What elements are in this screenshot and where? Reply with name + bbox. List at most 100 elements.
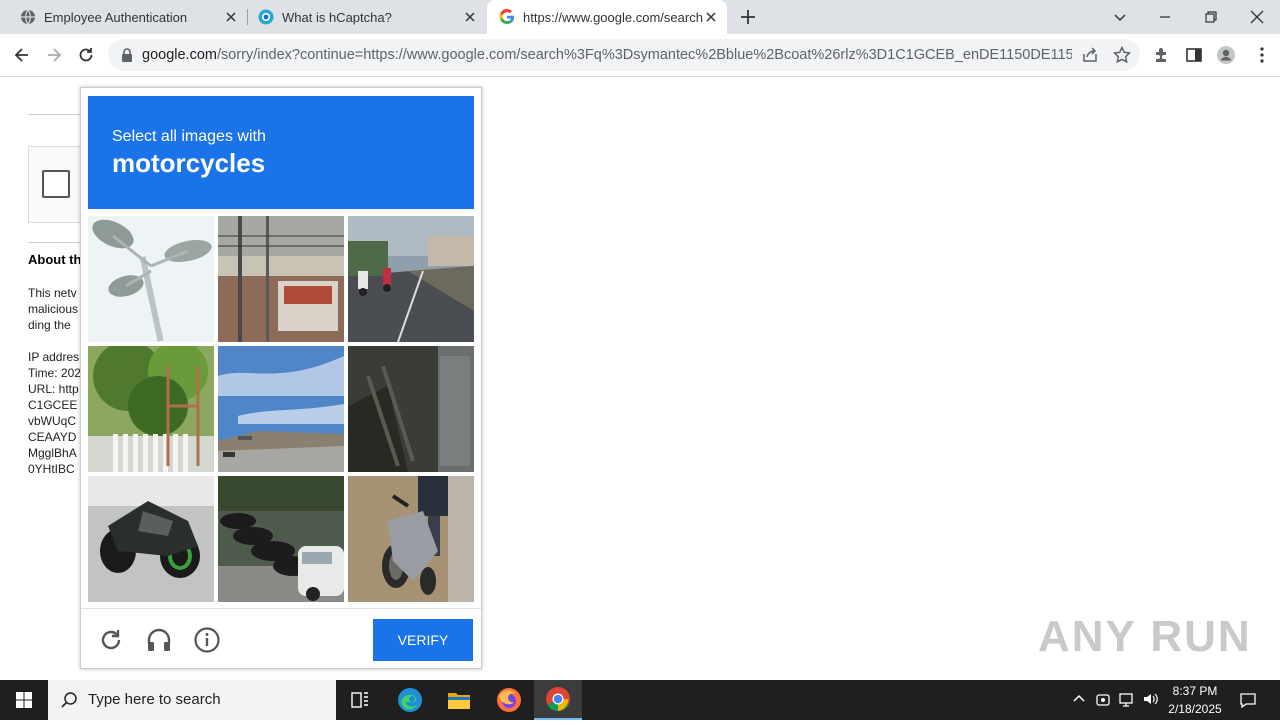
captcha-tile-street-motorbikes[interactable] xyxy=(348,216,474,342)
show-hidden-icons-chevron-icon[interactable] xyxy=(1070,690,1088,708)
network-icon[interactable] xyxy=(1118,690,1136,708)
tab-employee-authentication[interactable]: Employee Authentication xyxy=(0,0,247,34)
forward-icon[interactable] xyxy=(44,45,64,65)
captcha-tile-building-wall[interactable] xyxy=(218,216,344,342)
lock-icon[interactable] xyxy=(120,47,134,63)
info-line: CEAAYD xyxy=(28,430,77,444)
close-tab-icon[interactable] xyxy=(223,9,239,25)
captcha-challenge-dialog: Select all images with motorcycles VERIF… xyxy=(80,87,482,669)
task-view-icon xyxy=(351,692,368,708)
about-text-line: malicious xyxy=(28,302,79,316)
task-view-button[interactable] xyxy=(336,680,384,720)
info-line: Time: 202 xyxy=(28,366,81,380)
tab-strip: Employee Authentication What is hCaptcha… xyxy=(0,0,1280,34)
info-icon[interactable] xyxy=(193,626,221,654)
captcha-tile-scooter-rider[interactable] xyxy=(348,476,474,602)
recaptcha-checkbox[interactable] xyxy=(42,170,70,198)
tab-title: What is hCaptcha? xyxy=(282,9,392,25)
windows-logo-icon xyxy=(16,692,32,708)
tab-search-chevron-icon[interactable] xyxy=(1110,7,1130,27)
about-title: About th xyxy=(28,252,82,267)
hcaptcha-icon xyxy=(258,9,274,25)
search-icon xyxy=(61,692,77,708)
refresh-icon[interactable] xyxy=(97,626,125,654)
info-line: MgglBhA xyxy=(28,446,77,460)
tab-title: Employee Authentication xyxy=(44,9,188,25)
edge-taskbar-app[interactable] xyxy=(386,680,434,720)
taskbar-search-box[interactable]: Type here to search xyxy=(48,680,336,720)
notifications-icon[interactable] xyxy=(1238,690,1258,710)
tree-fence-image xyxy=(88,346,214,472)
restore-icon[interactable] xyxy=(1201,7,1221,27)
minimize-icon[interactable] xyxy=(1155,7,1175,27)
meet-now-icon[interactable] xyxy=(1094,690,1112,708)
browser-toolbar: google.com/sorry/index?continue=https://… xyxy=(0,34,1280,77)
divider xyxy=(28,242,88,243)
firefox-icon xyxy=(497,688,521,712)
firefox-taskbar-app[interactable] xyxy=(485,680,533,720)
edge-icon xyxy=(398,688,422,712)
captcha-tile-parked-motorcycles[interactable] xyxy=(218,476,344,602)
profile-avatar-icon[interactable] xyxy=(1216,45,1236,65)
captcha-tile-sky-road[interactable] xyxy=(218,346,344,472)
url-path: /sorry/index?continue=https://www.google… xyxy=(216,47,1072,63)
about-text-line: This netv xyxy=(28,286,77,300)
captcha-prompt-target: motorcycles xyxy=(112,148,266,178)
windows-taskbar: Type here to search 8:37 PM 2/18/2025 xyxy=(0,680,1280,720)
clock-date: 2/18/2025 xyxy=(1168,702,1222,716)
building-wall-image xyxy=(218,216,344,342)
close-tab-icon[interactable] xyxy=(703,9,719,25)
start-button[interactable] xyxy=(0,680,48,720)
about-text-line: ding the xyxy=(28,318,75,332)
google-icon xyxy=(499,9,514,24)
chrome-icon xyxy=(546,687,570,711)
captcha-prompt-header: Select all images with motorcycles xyxy=(88,96,474,209)
captcha-tile-tree-fence[interactable] xyxy=(88,346,214,472)
verify-button[interactable]: VERIFY xyxy=(373,619,473,661)
reload-icon[interactable] xyxy=(76,45,96,65)
search-placeholder: Type here to search xyxy=(88,691,221,708)
audio-challenge-icon[interactable] xyxy=(145,626,173,654)
captcha-prompt-text: Select all images with xyxy=(112,128,266,145)
dark-stairs-image xyxy=(348,346,474,472)
system-clock[interactable]: 8:37 PM 2/18/2025 xyxy=(1160,682,1230,718)
captcha-tile-street-lamp[interactable] xyxy=(88,216,214,342)
captcha-footer: VERIFY xyxy=(81,608,481,669)
chrome-taskbar-app[interactable] xyxy=(534,680,582,720)
captcha-tile-dark-stairs[interactable] xyxy=(348,346,474,472)
recaptcha-checkbox-area xyxy=(28,146,81,223)
back-icon[interactable] xyxy=(12,45,32,65)
street-lamp-image xyxy=(88,216,214,342)
bookmark-star-icon[interactable] xyxy=(1112,45,1132,65)
address-bar[interactable]: google.com/sorry/index?continue=https://… xyxy=(108,39,1140,71)
close-window-icon[interactable] xyxy=(1247,7,1267,27)
divider xyxy=(28,114,88,115)
close-tab-icon[interactable] xyxy=(462,9,478,25)
info-line: 0YHtIBC xyxy=(28,462,75,476)
volume-icon[interactable] xyxy=(1142,690,1160,708)
globe-icon xyxy=(21,9,35,25)
parked-motorcycles-image xyxy=(218,476,344,602)
captcha-tile-sport-motorcycle[interactable] xyxy=(88,476,214,602)
info-line: IP addres xyxy=(28,350,80,364)
tab-title: https://www.google.com/search xyxy=(523,9,703,25)
extensions-puzzle-icon[interactable] xyxy=(1152,45,1172,65)
url-text[interactable]: google.com/sorry/index?continue=https://… xyxy=(142,39,1072,71)
sport-motorcycle-image xyxy=(88,476,214,602)
clock-time: 8:37 PM xyxy=(1172,684,1218,698)
share-icon[interactable] xyxy=(1080,45,1100,65)
scooter-rider-image xyxy=(348,476,474,602)
info-line: C1GCEE xyxy=(28,398,78,412)
url-host: google.com xyxy=(142,47,217,63)
info-line: vbWUqC xyxy=(28,414,77,428)
menu-kebab-icon[interactable] xyxy=(1252,45,1272,65)
anyrun-watermark: ANY RUN xyxy=(1038,612,1252,661)
tab-google-search[interactable]: https://www.google.com/search xyxy=(487,0,727,34)
new-tab-icon[interactable] xyxy=(738,7,758,27)
tab-what-is-hcaptcha[interactable]: What is hCaptcha? xyxy=(238,0,486,34)
file-explorer-taskbar-app[interactable] xyxy=(435,680,483,720)
info-line: URL: http xyxy=(28,382,79,396)
folder-icon xyxy=(448,693,470,709)
side-panel-icon[interactable] xyxy=(1184,45,1204,65)
sky-road-image xyxy=(218,346,344,472)
